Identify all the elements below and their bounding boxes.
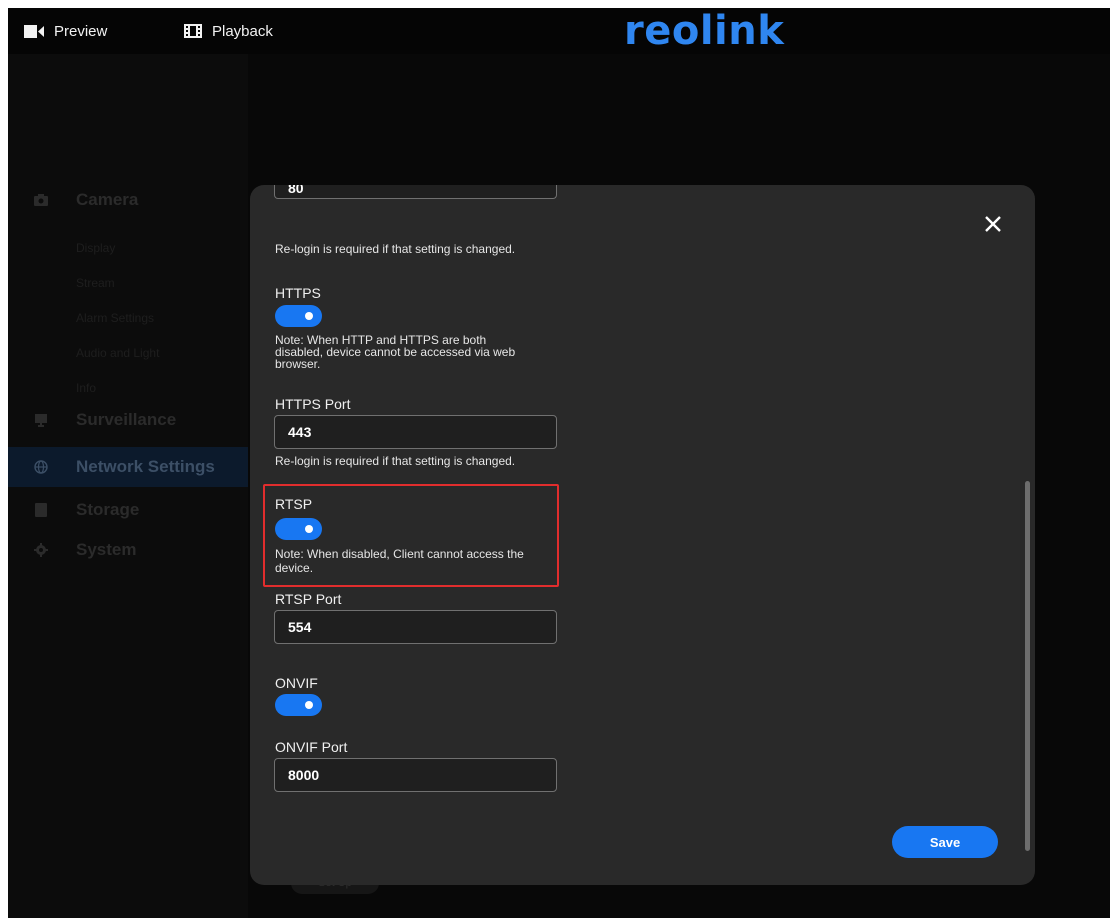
rtsp-port-label: RTSP Port — [275, 591, 342, 607]
sidebar-item-system[interactable]: System — [8, 530, 248, 570]
sidebar-subitem-display[interactable]: Display — [76, 241, 115, 255]
https-note-line-3: browser. — [275, 357, 321, 371]
preview-label: Preview — [54, 22, 108, 40]
onvif-toggle[interactable] — [275, 694, 322, 716]
modal-scrollbar[interactable] — [1025, 481, 1030, 851]
brand-logo: reolink — [624, 8, 785, 54]
sidebar-item-label: Camera — [76, 190, 139, 209]
sidebar-item-surveillance[interactable]: Surveillance — [8, 400, 248, 440]
rtsp-toggle[interactable] — [275, 518, 322, 540]
sidebar-item-label: Network Settings — [76, 457, 215, 476]
app-window: Preview Playback reolink Camera Display … — [8, 8, 1110, 918]
playback-tab[interactable]: Playback — [184, 8, 273, 54]
sidebar-item-label: Storage — [76, 500, 140, 519]
rtsp-label: RTSP — [275, 496, 313, 512]
http-port-input[interactable]: 80 — [274, 185, 557, 199]
sidebar-item-network-settings[interactable]: Network Settings — [8, 447, 248, 487]
toggle-knob — [305, 312, 313, 320]
video-camera-icon — [24, 24, 44, 38]
toggle-knob — [305, 701, 313, 709]
https-port-label: HTTPS Port — [275, 396, 351, 412]
save-button[interactable]: Save — [892, 826, 998, 858]
storage-icon — [33, 502, 49, 518]
network-settings-modal: 80 Re-login is required if that setting … — [250, 185, 1035, 885]
sidebar-subitem-alarm-settings[interactable]: Alarm Settings — [76, 311, 154, 325]
gear-icon — [33, 542, 49, 558]
sidebar-item-label: System — [76, 540, 137, 559]
preview-tab[interactable]: Preview — [24, 8, 107, 54]
rtsp-note-line-2: device. — [275, 561, 314, 575]
globe-icon — [33, 459, 49, 475]
rtsp-note-line-1: Note: When disabled, Client cannot acces… — [275, 547, 524, 561]
onvif-port-input[interactable]: 8000 — [274, 758, 557, 792]
rtsp-port-input[interactable]: 554 — [274, 610, 557, 644]
toggle-knob — [305, 525, 313, 533]
sidebar-subitem-audio-and-light[interactable]: Audio and Light — [76, 346, 159, 360]
https-label: HTTPS — [275, 285, 321, 301]
sidebar-item-camera[interactable]: Camera — [8, 180, 248, 220]
https-port-note: Re-login is required if that setting is … — [275, 454, 516, 468]
sidebar-subitem-stream[interactable]: Stream — [76, 276, 115, 290]
https-port-input[interactable]: 443 — [274, 415, 557, 449]
close-icon — [985, 216, 1001, 232]
film-icon — [184, 24, 202, 38]
playback-label: Playback — [212, 22, 273, 40]
sidebar-subitem-info[interactable]: Info — [76, 381, 96, 395]
top-bar: Preview Playback reolink — [8, 8, 1110, 54]
sidebar: Camera Display Stream Alarm Settings Aud… — [8, 54, 248, 918]
close-button[interactable] — [982, 213, 1004, 235]
onvif-label: ONVIF — [275, 675, 318, 691]
sidebar-item-storage[interactable]: Storage — [8, 490, 248, 530]
http-port-note: Re-login is required if that setting is … — [275, 242, 516, 256]
sidebar-item-label: Surveillance — [76, 410, 177, 429]
onvif-port-label: ONVIF Port — [275, 739, 348, 755]
monitor-icon — [33, 412, 49, 428]
https-toggle[interactable] — [275, 305, 322, 327]
camera-icon — [33, 192, 49, 208]
